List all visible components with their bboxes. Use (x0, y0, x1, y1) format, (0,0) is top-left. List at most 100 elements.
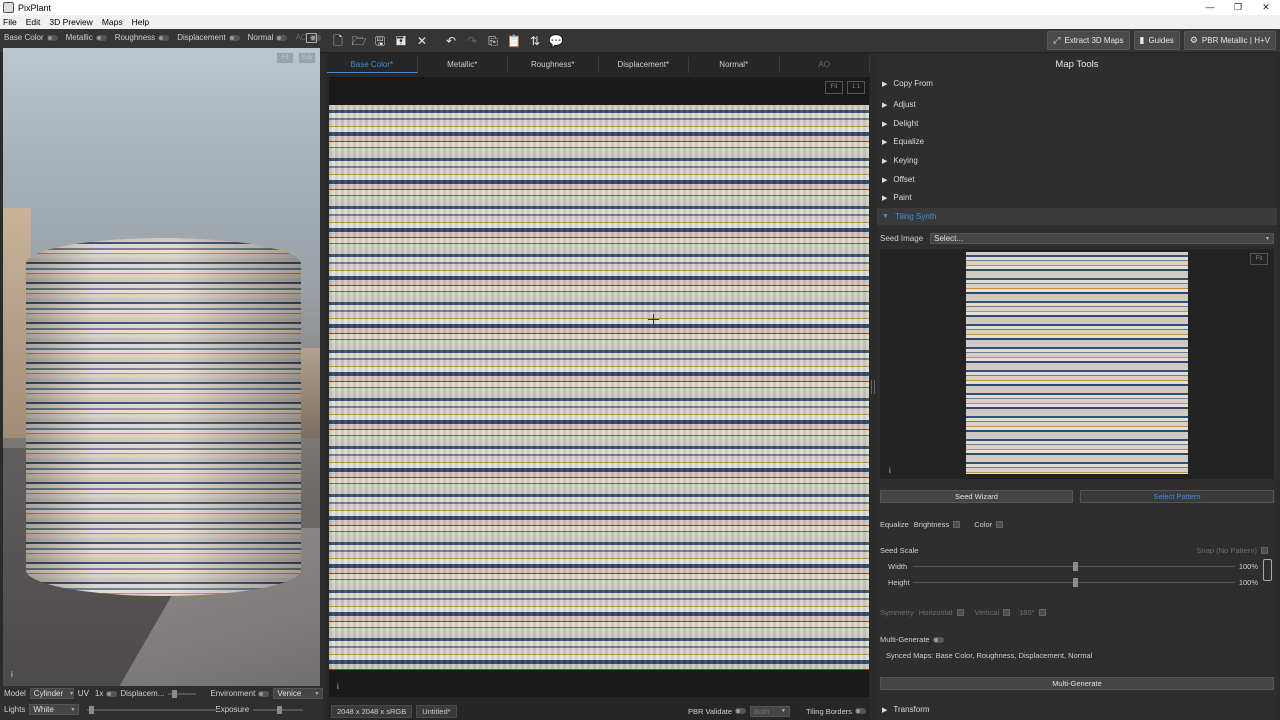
multi-generate-button[interactable]: Multi-Generate (880, 677, 1274, 690)
minimize-icon[interactable]: — (1196, 2, 1224, 13)
section-paint[interactable]: ▶ Paint (877, 189, 1277, 206)
multi-generate-toggle[interactable] (932, 636, 944, 643)
maximize-icon[interactable]: ❐ (1224, 2, 1252, 13)
exposure-slider[interactable] (253, 705, 304, 714)
open-folder-icon[interactable]: 🗁 (350, 32, 368, 50)
menu-help[interactable]: Help (132, 17, 149, 27)
width-label: Width (888, 562, 908, 571)
texture-canvas[interactable]: Fit 1:1 i (329, 77, 869, 697)
toggle-roughness[interactable]: Roughness (115, 33, 170, 42)
seed-image-select[interactable]: Select... ▼ (930, 233, 1274, 244)
resolution-badge[interactable]: 2048 x 2048 x sRGB (331, 704, 413, 718)
displacement-slider[interactable] (168, 689, 197, 698)
environment-select[interactable]: Venice ▼ (273, 688, 324, 699)
lights-slider[interactable] (87, 705, 218, 714)
undo-icon[interactable]: ↶ (442, 32, 460, 50)
pbr-validate-toggle[interactable] (735, 708, 746, 714)
model-select[interactable]: Cylinder ▼ (29, 688, 74, 699)
slider-handle[interactable] (172, 689, 178, 698)
section-adjust[interactable]: ▶ Adjust (877, 96, 1277, 113)
copy-icon[interactable]: ⎘ (484, 32, 502, 50)
section-equalize[interactable]: ▶ Equalize (877, 133, 1277, 150)
select-pattern-button[interactable]: Select Pattern (1080, 490, 1274, 503)
expand-viewport-icon[interactable] (306, 33, 317, 43)
tab-base-color[interactable]: Base Color* (327, 57, 418, 73)
close-icon[interactable]: ✕ (413, 32, 431, 50)
section-copy-from[interactable]: ▶ Copy From (877, 75, 1277, 92)
seed-wizard-button[interactable]: Seed Wizard (880, 490, 1073, 503)
lights-select[interactable]: White ▼ (29, 704, 80, 715)
3d-preview-viewport[interactable]: Fit Sub i (3, 48, 320, 686)
canvas-fit-button[interactable]: Fit (825, 81, 843, 94)
close-window-icon[interactable]: ✕ (1252, 2, 1280, 13)
caret-right-icon: ▶ (882, 194, 888, 202)
save-icon[interactable]: 🖫 (371, 32, 389, 50)
menu-3d-preview[interactable]: 3D Preview (49, 17, 92, 27)
panel-splitter-handle[interactable] (871, 380, 875, 394)
section-offset[interactable]: ▶ Offset (877, 171, 1277, 188)
width-slider[interactable] (913, 562, 1235, 571)
uv-value[interactable]: 1x (95, 689, 103, 698)
save-as-icon[interactable]: 🖬 (392, 32, 410, 50)
book-icon: ▮ (1139, 35, 1145, 46)
swap-icon[interactable]: ⇅ (526, 32, 544, 50)
tab-displacement[interactable]: Displacement* (599, 57, 689, 73)
pbr-mode-select[interactable]: Both ▼ (750, 705, 790, 717)
redo-icon[interactable]: ↷ (463, 32, 481, 50)
preview-cylinder-model[interactable] (26, 238, 301, 596)
horizontal-checkbox[interactable] (956, 609, 964, 616)
preview-fit-button[interactable]: Fit (1250, 253, 1268, 265)
toggle-displacement[interactable]: Displacement (177, 33, 240, 42)
seed-preview: Fit i (880, 249, 1274, 479)
link-chain-icon[interactable] (1263, 559, 1272, 581)
section-tiling-synth[interactable]: ▼ Tiling Synth (877, 208, 1277, 225)
guides-button[interactable]: ▮ Guides (1133, 31, 1180, 50)
rotate-180-checkbox[interactable] (1038, 609, 1046, 616)
tiling-borders-toggle[interactable] (855, 708, 866, 714)
symmetry-row: Symmetry Horizontal Vertical 180° (880, 608, 1046, 617)
caret-down-icon: ▼ (882, 213, 889, 220)
info-icon[interactable]: i (889, 466, 891, 475)
slider-handle[interactable] (277, 705, 283, 714)
paste-icon[interactable]: 📋 (505, 32, 523, 50)
color-checkbox[interactable] (996, 521, 1004, 528)
width-value[interactable]: 100% (1239, 562, 1258, 571)
displacement-toggle[interactable] (106, 690, 118, 697)
slider-handle[interactable] (89, 705, 95, 714)
brightness-checkbox[interactable] (953, 521, 961, 528)
info-icon[interactable]: i (337, 682, 339, 691)
extract-3d-maps-button[interactable]: ⤢ Extract 3D Maps (1047, 31, 1130, 50)
height-value[interactable]: 100% (1239, 578, 1258, 587)
slider-handle[interactable] (1073, 562, 1078, 571)
height-slider[interactable] (913, 578, 1235, 587)
toggle-normal[interactable]: Normal (248, 33, 288, 42)
base-color-texture[interactable] (329, 105, 869, 670)
comment-icon[interactable]: 💬 (547, 32, 565, 50)
menu-file[interactable]: File (3, 17, 17, 27)
info-icon[interactable]: i (11, 670, 21, 680)
pbr-mode-button[interactable]: ⚙ PBR Metallic | H+V (1183, 31, 1276, 50)
canvas-1to1-button[interactable]: 1:1 (847, 81, 865, 94)
document-name[interactable]: Untitled* (416, 704, 457, 718)
viewport-settings-bar: Model Cylinder ▼ UV 1x Displacem... Envir… (0, 686, 324, 720)
section-keying[interactable]: ▶ Keying (877, 152, 1277, 169)
gear-icon: ⚙ (1189, 35, 1198, 46)
section-transform[interactable]: ▶ Transform (877, 701, 1277, 718)
viewport-fit-button[interactable]: Fit (276, 52, 294, 64)
environment-toggle[interactable] (258, 690, 270, 697)
new-file-icon[interactable]: 🗋 (329, 32, 347, 50)
viewport-sub-button[interactable]: Sub (298, 52, 316, 64)
slider-handle[interactable] (1073, 578, 1078, 587)
vertical-checkbox[interactable] (1003, 609, 1011, 616)
menu-maps[interactable]: Maps (102, 17, 123, 27)
toggle-metallic[interactable]: Metallic (66, 33, 107, 42)
section-delight[interactable]: ▶ Delight (877, 115, 1277, 132)
tab-metallic[interactable]: Metallic* (418, 57, 508, 73)
toggle-base-color[interactable]: Base Color (4, 33, 58, 42)
snap-checkbox[interactable] (1261, 547, 1268, 554)
tab-ao[interactable]: AO (780, 57, 870, 73)
seed-image-thumbnail[interactable] (966, 252, 1188, 474)
tab-normal[interactable]: Normal* (689, 57, 780, 73)
menu-edit[interactable]: Edit (26, 17, 41, 27)
tab-roughness[interactable]: Roughness* (508, 57, 599, 73)
